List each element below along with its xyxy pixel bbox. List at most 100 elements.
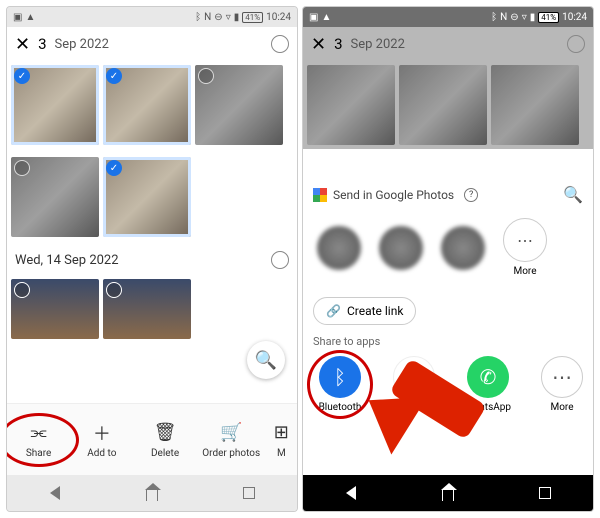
share-icon: ⫘	[31, 421, 47, 445]
picture-icon: ▣	[309, 12, 318, 23]
share-to-apps-label: Share to apps	[313, 335, 583, 348]
action-label: Add to	[87, 448, 116, 459]
home-button[interactable]	[139, 484, 165, 502]
action-label: Delete	[151, 448, 179, 459]
more-label: More	[503, 266, 547, 277]
square-icon	[243, 487, 255, 499]
delete-button[interactable]: 🗑Delete	[139, 421, 191, 459]
archive-icon: ⊞	[274, 421, 289, 445]
bluetooth-icon: ᛒ	[195, 12, 201, 23]
action-label: M	[277, 448, 286, 459]
photo-thumb[interactable]	[11, 157, 99, 237]
photo-thumb	[399, 65, 487, 145]
select-day-circle[interactable]	[271, 251, 289, 269]
battery-badge: 41%	[242, 12, 263, 23]
order-photos-button[interactable]: 🛒 Order photos	[202, 421, 260, 459]
selection-bar: ✕ 3 Sep 2022	[303, 27, 593, 61]
bluetooth-icon: ᛒ	[319, 356, 361, 398]
clock: 10:24	[266, 12, 291, 23]
annotation-arrow	[393, 379, 483, 419]
check-icon	[106, 282, 122, 298]
check-icon: ✓	[106, 68, 122, 84]
selection-count: 3	[38, 35, 46, 53]
dnd-icon: ⊖	[214, 12, 222, 23]
photo-thumb	[491, 65, 579, 145]
more-icon: ⋯	[503, 218, 547, 262]
bluetooth-app[interactable]: ᛒ Bluetooth	[313, 356, 367, 413]
signal-icon: ▮	[234, 12, 240, 23]
action-label: Order photos	[202, 448, 260, 459]
photo-thumb[interactable]: ✓	[11, 65, 99, 145]
recents-button[interactable]	[236, 484, 262, 502]
photo-thumb[interactable]	[11, 279, 99, 339]
photo-thumb[interactable]: ✓	[103, 65, 191, 145]
contact-avatar[interactable]	[317, 226, 361, 270]
close-icon[interactable]: ✕	[15, 34, 30, 55]
more-apps-button[interactable]: ⋯ More	[535, 356, 589, 413]
photo-grid	[7, 279, 297, 339]
phone-left: ▣▲ ᛒ N ⊖ ▿ ▮ 41% 10:24 ✕ 3 Sep 2022 ✓ ✓ …	[6, 6, 298, 512]
app-label: More	[550, 402, 573, 413]
photo-thumb[interactable]	[103, 279, 191, 339]
back-button[interactable]	[42, 484, 68, 502]
contacts-row: ⋯ More	[313, 204, 583, 291]
check-icon: ✓	[14, 68, 30, 84]
contact-avatar[interactable]	[441, 226, 485, 270]
battery-badge: 41%	[538, 12, 559, 23]
back-icon	[50, 486, 60, 500]
action-label: Share	[26, 448, 51, 459]
share-sheet: Send in Google Photos ? 🔍 ⋯ More 🔗 Create…	[303, 177, 593, 475]
photo-thumb	[307, 65, 395, 145]
select-all-circle[interactable]	[271, 35, 289, 53]
dnd-icon: ⊖	[510, 12, 518, 23]
nav-bar	[303, 475, 593, 511]
date-fragment: Sep 2022	[351, 37, 405, 52]
home-icon	[442, 489, 454, 501]
wifi-icon: ▿	[522, 12, 527, 23]
more-button[interactable]: ⊞M	[271, 421, 291, 459]
google-photos-icon	[313, 188, 327, 202]
signal-icon: ▮	[530, 12, 536, 23]
plus-icon: ＋	[93, 421, 111, 445]
send-in-label: Send in Google Photos	[333, 188, 454, 202]
close-icon[interactable]: ✕	[311, 34, 326, 55]
picture-icon: ▣	[13, 12, 22, 23]
selection-bar: ✕ 3 Sep 2022	[7, 27, 297, 61]
nfc-icon: N	[204, 12, 211, 23]
photo-grid	[303, 61, 593, 149]
photo-grid: ✓	[7, 153, 297, 241]
sheet-header: Send in Google Photos ? 🔍	[313, 185, 583, 204]
date-header: Wed, 14 Sep 2022	[7, 241, 297, 279]
photo-thumb[interactable]	[195, 65, 283, 145]
cart-icon: 🛒	[220, 421, 242, 445]
select-all-circle[interactable]	[567, 35, 585, 53]
check-icon	[198, 68, 214, 84]
back-icon	[346, 486, 356, 500]
photo-thumb[interactable]: ✓	[103, 157, 191, 237]
create-link-button[interactable]: 🔗 Create link	[313, 297, 416, 325]
more-contacts-button[interactable]: ⋯ More	[503, 218, 547, 277]
bluetooth-icon: ᛒ	[491, 12, 497, 23]
zoom-fab[interactable]: 🔍	[247, 341, 285, 379]
date-label: Wed, 14 Sep 2022	[15, 253, 119, 268]
phone-right: ▣▲ ᛒ N ⊖ ▿ ▮ 41% 10:24 ✕ 3 Sep 2022 Send…	[302, 6, 594, 512]
nav-bar	[7, 475, 297, 511]
magnify-plus-icon: 🔍	[255, 350, 277, 371]
share-button[interactable]: ⫘ Share	[13, 421, 65, 459]
contact-avatar[interactable]	[379, 226, 423, 270]
check-icon: ✓	[106, 160, 122, 176]
more-icon: ⋯	[541, 356, 583, 398]
search-icon[interactable]: 🔍	[563, 185, 583, 204]
home-button[interactable]	[435, 484, 461, 502]
photo-grid: ✓ ✓	[7, 61, 297, 149]
recents-button[interactable]	[532, 484, 558, 502]
status-bar: ▣▲ ᛒ N ⊖ ▿ ▮ 41% 10:24	[7, 7, 297, 27]
app-label: Bluetooth	[319, 402, 362, 413]
add-to-button[interactable]: ＋ Add to	[76, 421, 128, 459]
help-icon[interactable]: ?	[464, 188, 478, 202]
nfc-icon: N	[500, 12, 507, 23]
wifi-icon: ▿	[226, 12, 231, 23]
warning-icon: ▲	[25, 12, 35, 23]
square-icon	[539, 487, 551, 499]
back-button[interactable]	[338, 484, 364, 502]
